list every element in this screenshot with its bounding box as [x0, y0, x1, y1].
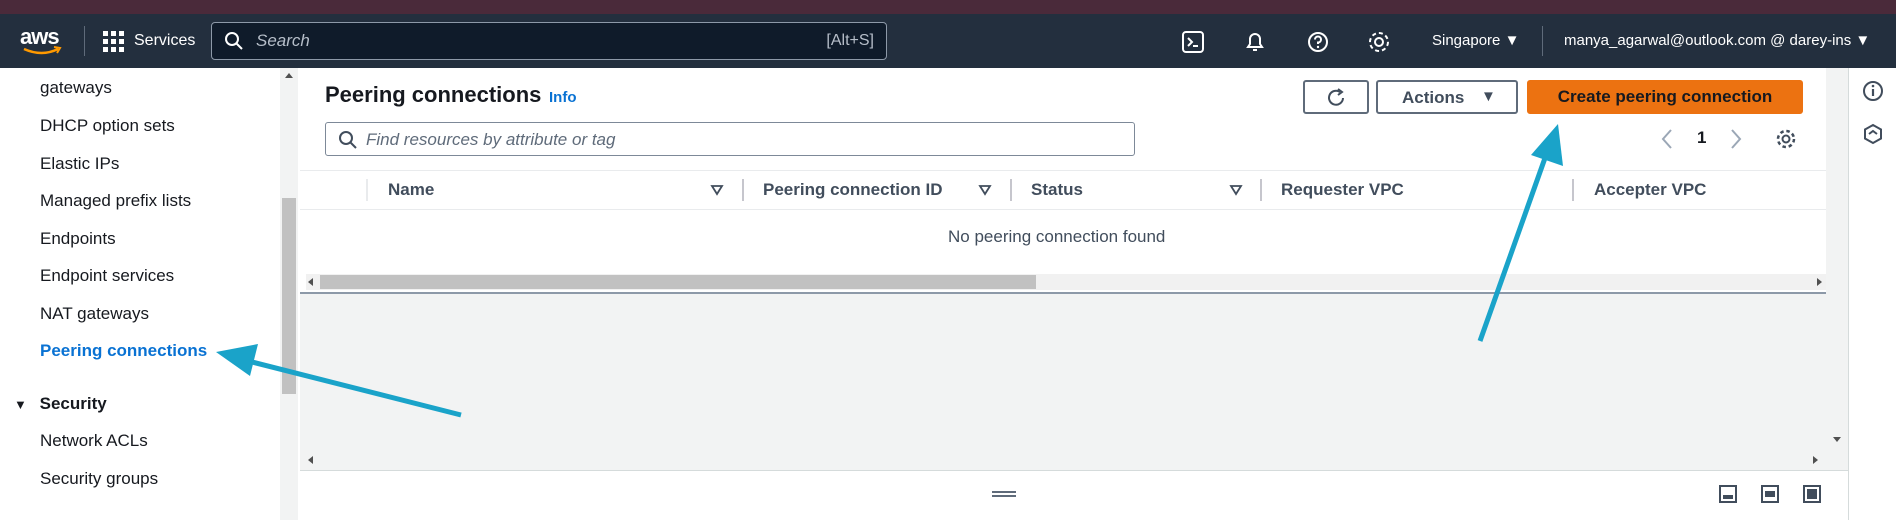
- split-panel-bottom-icon[interactable]: [1718, 484, 1738, 504]
- actions-label: Actions: [1402, 88, 1465, 107]
- pagination-previous-icon[interactable]: [1660, 128, 1674, 150]
- aws-logo[interactable]: aws: [20, 26, 64, 56]
- services-grid-icon[interactable]: [103, 31, 125, 53]
- account-label: manya_agarwal@outlook.com @ darey-ins: [1564, 32, 1852, 49]
- sidebar-item-nat-gateways[interactable]: NAT gateways: [40, 304, 149, 324]
- table-horizontal-scrollbar[interactable]: [306, 274, 1826, 290]
- column-header-accepter-vpc[interactable]: Accepter VPC: [1594, 180, 1706, 200]
- page-title: Peering connections: [325, 82, 542, 107]
- caret-down-icon: ▼: [1481, 88, 1496, 105]
- resource-filter-input[interactable]: Find resources by attribute or tag: [325, 122, 1135, 156]
- sidebar-item-gateways[interactable]: gateways: [40, 78, 112, 98]
- caret-down-icon: ▼: [14, 397, 27, 412]
- scroll-left-arrow-icon: [308, 278, 313, 286]
- side-navigation: gateways DHCP option sets Elastic IPs Ma…: [0, 68, 278, 520]
- aws-logo-text: aws: [20, 24, 60, 49]
- filter-placeholder: Find resources by attribute or tag: [366, 130, 616, 149]
- info-panel-icon[interactable]: [1862, 80, 1884, 102]
- refresh-button[interactable]: [1303, 80, 1369, 114]
- table-header: Name Peering connection ID Status Reques…: [300, 170, 1826, 210]
- help-icon[interactable]: [1305, 29, 1331, 55]
- table-bottom-divider: [300, 292, 1826, 294]
- table-empty-message: No peering connection found: [948, 227, 1166, 246]
- top-navigation: aws Services Search [Alt+S] Singapore ▼ …: [0, 14, 1896, 68]
- sidebar-item-managed-prefix-lists[interactable]: Managed prefix lists: [40, 191, 191, 211]
- sidebar-item-endpoints[interactable]: Endpoints: [40, 229, 116, 249]
- sidebar-item-peering-connections[interactable]: Peering connections: [40, 341, 207, 361]
- sidebar-item-endpoint-services[interactable]: Endpoint services: [40, 266, 174, 286]
- scroll-up-arrow-icon: [285, 73, 293, 78]
- column-divider[interactable]: [1010, 179, 1012, 201]
- split-panel-side-icon[interactable]: [1760, 484, 1780, 504]
- column-header-peering-connection-id[interactable]: Peering connection ID: [763, 180, 942, 200]
- services-menu[interactable]: Services: [134, 32, 195, 50]
- sidebar-scrollbar-thumb[interactable]: [282, 198, 296, 394]
- notifications-bell-icon[interactable]: [1242, 29, 1268, 55]
- browser-top-strip: [0, 0, 1896, 14]
- scroll-right-arrow-icon: [1813, 456, 1818, 464]
- global-search-input[interactable]: Search [Alt+S]: [211, 22, 887, 60]
- search-icon: [339, 131, 357, 149]
- region-label: Singapore: [1432, 32, 1501, 49]
- column-divider[interactable]: [1572, 179, 1574, 201]
- nav-divider: [84, 26, 85, 56]
- sort-down-icon[interactable]: [978, 183, 992, 197]
- sort-down-icon[interactable]: [1229, 183, 1243, 197]
- refresh-icon: [1328, 88, 1344, 106]
- sidebar-item-dhcp-option-sets[interactable]: DHCP option sets: [40, 116, 175, 136]
- nav-divider: [1542, 26, 1543, 56]
- split-panel: [300, 470, 1848, 521]
- search-shortcut-hint: [Alt+S]: [826, 32, 874, 49]
- sort-down-icon[interactable]: [710, 183, 724, 197]
- actions-button[interactable]: Actions ▼: [1376, 80, 1518, 114]
- hexagon-tool-icon[interactable]: [1862, 123, 1884, 145]
- sidebar-section-title: Security: [39, 394, 107, 413]
- column-divider[interactable]: [1260, 179, 1262, 201]
- main-horizontal-scrollbar[interactable]: [300, 452, 1848, 468]
- main-vertical-scrollbar[interactable]: [1828, 68, 1846, 468]
- chevron-down-icon: ▼: [1504, 32, 1520, 49]
- search-placeholder: Search: [256, 31, 310, 50]
- column-header-name[interactable]: Name: [388, 180, 434, 200]
- split-panel-drag-handle-icon[interactable]: [992, 490, 1016, 498]
- column-divider[interactable]: [742, 179, 744, 201]
- settings-gear-icon[interactable]: [1366, 29, 1392, 55]
- scroll-right-arrow-icon: [1817, 278, 1822, 286]
- region-selector[interactable]: Singapore ▼: [1432, 32, 1519, 49]
- table-preferences-gear-icon[interactable]: [1775, 128, 1797, 150]
- table-horizontal-scrollbar-thumb[interactable]: [320, 275, 1036, 289]
- column-header-requester-vpc[interactable]: Requester VPC: [1281, 180, 1404, 200]
- column-divider: [366, 179, 368, 201]
- sidebar-section-security[interactable]: ▼ Security: [14, 394, 107, 414]
- info-link[interactable]: Info: [549, 89, 577, 106]
- scroll-down-arrow-icon: [1833, 437, 1841, 442]
- split-panel-full-icon[interactable]: [1802, 484, 1822, 504]
- aws-smile-icon: [23, 46, 62, 55]
- sidebar-item-security-groups[interactable]: Security groups: [40, 469, 158, 489]
- chevron-down-icon: ▼: [1855, 32, 1871, 49]
- sidebar-item-elastic-ips[interactable]: Elastic IPs: [40, 154, 119, 174]
- scroll-left-arrow-icon: [308, 456, 313, 464]
- account-menu[interactable]: manya_agarwal@outlook.com @ darey-ins ▼: [1564, 32, 1870, 49]
- sidebar-item-network-acls[interactable]: Network ACLs: [40, 431, 148, 451]
- cloudshell-icon[interactable]: [1180, 29, 1206, 55]
- search-icon: [225, 32, 243, 50]
- pagination-current-page[interactable]: 1: [1697, 128, 1706, 148]
- pagination-next-icon[interactable]: [1729, 128, 1743, 150]
- create-peering-connection-button[interactable]: Create peering connection: [1527, 80, 1803, 114]
- column-header-status[interactable]: Status: [1031, 180, 1083, 200]
